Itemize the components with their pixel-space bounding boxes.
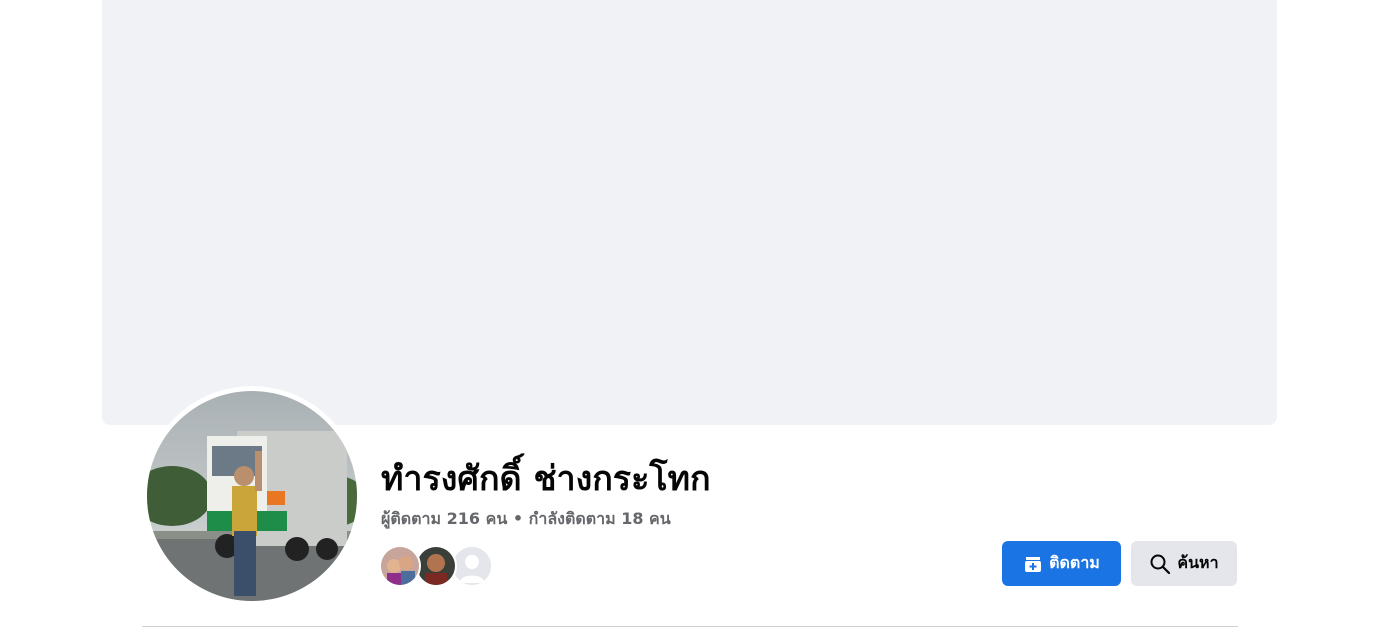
- search-button[interactable]: ค้นหา: [1131, 541, 1237, 586]
- follow-button-label: ติดตาม: [1049, 553, 1100, 572]
- default-avatar-icon: [453, 547, 491, 585]
- follower-avatar[interactable]: [379, 545, 421, 587]
- count-separator: •: [512, 509, 524, 528]
- following-count-link[interactable]: กำลังติดตาม 18 คน: [529, 509, 671, 528]
- follow-button[interactable]: ติดตาม: [1002, 541, 1121, 586]
- profile-photo-image: [147, 391, 357, 601]
- profile-page: ทำรงศักดิ์ ช่างกระโทก ผู้ติดตาม 216 คน •…: [0, 0, 1398, 629]
- profile-divider: [142, 626, 1238, 627]
- search-icon: [1149, 553, 1171, 575]
- profile-picture[interactable]: [147, 391, 357, 601]
- follower-avatar[interactable]: [415, 545, 457, 587]
- search-button-label: ค้นหา: [1177, 553, 1219, 572]
- followers-count-link[interactable]: ผู้ติดตาม 216 คน: [381, 509, 507, 528]
- follow-plus-icon: [1023, 554, 1043, 574]
- follower-photo: [417, 547, 455, 585]
- follow-counts: ผู้ติดตาม 216 คน • กำลังติดตาม 18 คน: [381, 507, 671, 531]
- profile-name: ทำรงศักดิ์ ช่างกระโทก: [381, 459, 711, 499]
- follower-photo: [381, 547, 419, 585]
- follower-avatar[interactable]: [451, 545, 493, 587]
- profile-picture-frame[interactable]: [142, 386, 362, 606]
- cover-photo[interactable]: [102, 0, 1277, 425]
